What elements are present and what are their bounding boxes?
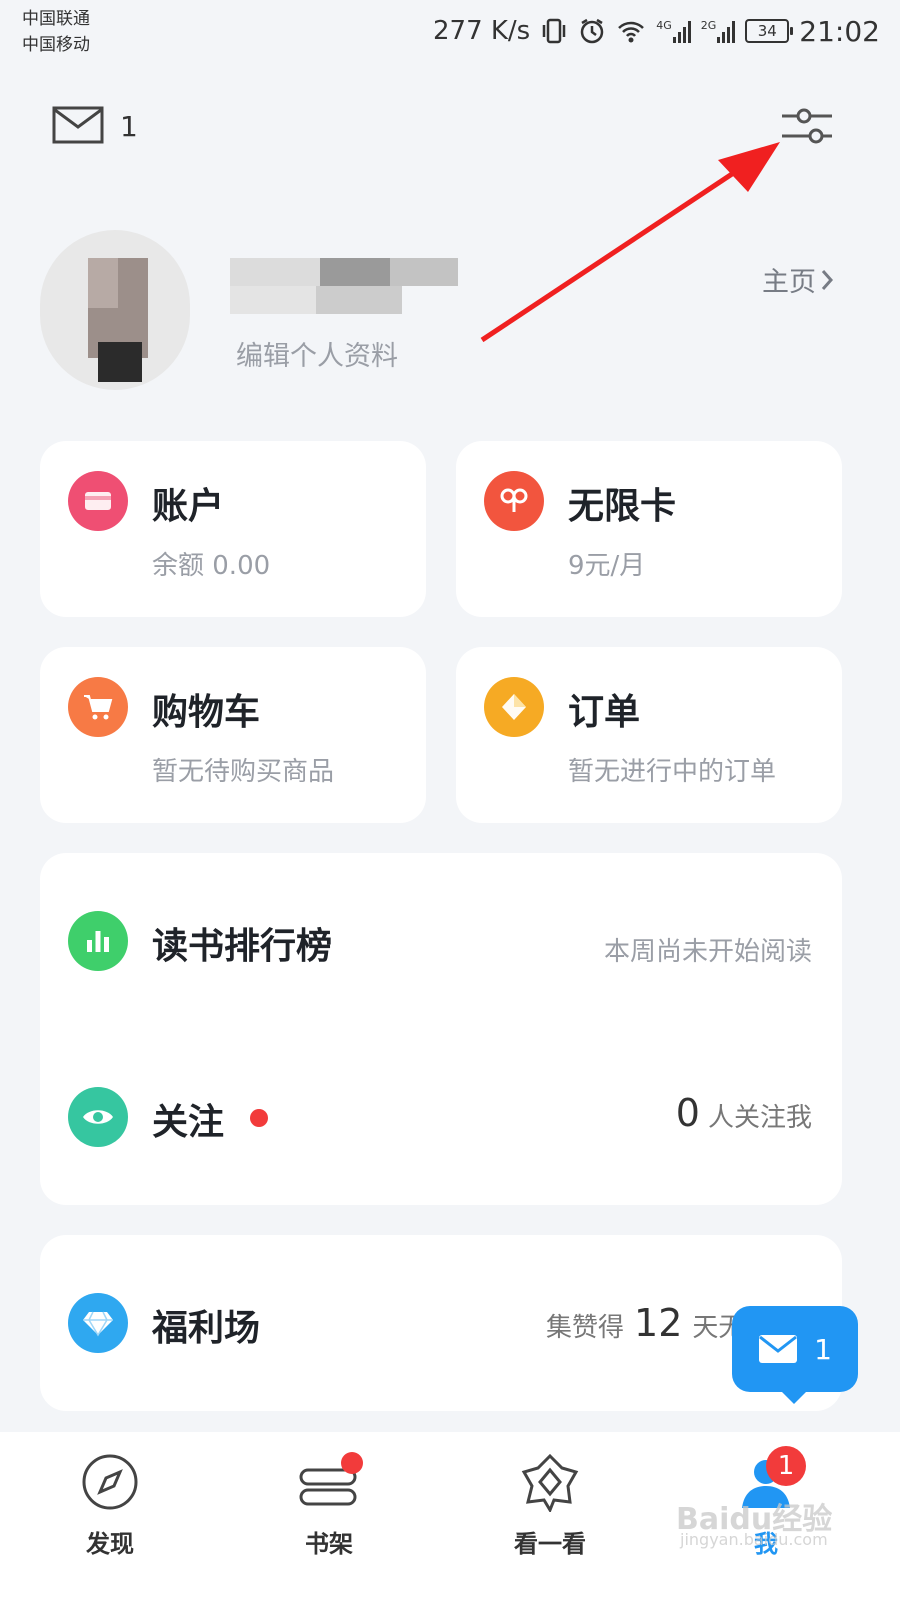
cart-icon [68,677,128,737]
orders-title: 订单 [568,692,641,733]
follower-summary: 0 人关注我 [676,1091,812,1135]
wallet-icon [68,471,128,531]
infinity-icon [484,471,544,531]
carrier-1: 中国联通 [22,9,90,29]
homepage-link[interactable]: 主页 [762,260,834,299]
reading-ranking-status: 本周尚未开始阅读 [603,937,812,967]
follow-row[interactable]: 关注 0 人关注我 [40,1029,842,1205]
nav-bookshelf-label: 书架 [305,1530,353,1558]
nav-look[interactable]: 看一看 [470,1432,630,1600]
signal-2: 2G [701,19,736,43]
signal-bars-icon [717,19,736,43]
floating-message-button[interactable]: 1 [732,1306,858,1392]
clock: 21:02 [799,14,880,48]
vibrate-icon [542,18,566,44]
nav-discover-label: 发现 [86,1530,134,1558]
edit-profile-link[interactable]: 编辑个人资料 [236,334,398,373]
chevron-right-icon [821,269,834,290]
eye-icon [68,1087,128,1147]
mail-icon [759,1335,798,1363]
cart-status: 暂无待购买商品 [152,757,335,787]
me-badge: 1 [766,1446,806,1486]
welfare-status: 集赞得 12 天无 [546,1301,744,1345]
follow-title: 关注 [152,1102,225,1143]
floating-button-tail [780,1390,808,1404]
welfare-title: 福利场 [152,1308,261,1349]
alarm-icon [580,18,604,44]
order-icon [484,677,544,737]
activity-card: 读书排行榜 本周尚未开始阅读 关注 0 人关注我 [40,853,842,1205]
unlimited-card-title: 无限卡 [568,486,677,527]
mail-icon[interactable] [52,106,104,144]
red-arrow-annotation [480,142,780,343]
nav-discover[interactable]: 发现 [30,1432,190,1600]
cart-card[interactable]: 购物车 暂无待购买商品 [40,647,426,823]
network-speed: 277 K/s [432,16,531,46]
new-follow-dot [250,1109,268,1127]
account-card[interactable]: 账户 余额 0.00 [40,441,426,617]
unlimited-card-price: 9元/月 [568,551,646,581]
floating-message-count: 1 [814,1332,832,1366]
welfare-days: 12 [634,1301,683,1345]
orders-status: 暂无进行中的订单 [568,757,777,787]
baidu-watermark-url: jingyan.baidu.com [680,1530,828,1549]
wifi-icon [618,21,645,43]
nav-look-label: 看一看 [514,1530,586,1558]
follower-count: 0 [675,1091,700,1135]
unlimited-card-card[interactable]: 无限卡 9元/月 [456,441,842,617]
reading-ranking-row[interactable]: 读书排行榜 本周尚未开始阅读 [40,853,842,1029]
battery-icon: 34 [745,19,794,43]
welfare-status-prefix: 集赞得 [546,1313,625,1343]
diamond-icon [68,1293,128,1353]
status-bar-right: 277 K/s 4G 2G 34 21:02 [433,14,880,48]
cart-title: 购物车 [152,692,261,733]
welfare-card[interactable]: 福利场 集赞得 12 天无 [40,1235,842,1411]
compass-icon [82,1454,138,1510]
account-balance: 余额 0.00 [152,551,271,581]
message-count: 1 [120,110,138,143]
nav-bookshelf[interactable]: 书架 [249,1432,409,1600]
bar-chart-icon [68,911,128,971]
signal-bars-icon [672,19,691,43]
bookshelf-update-dot [341,1452,363,1474]
signal-1: 4G [656,19,691,43]
orders-card[interactable]: 订单 暂无进行中的订单 [456,647,842,823]
avatar[interactable] [40,230,190,390]
account-title: 账户 [152,486,225,527]
blurred-username [230,258,458,316]
hexagram-icon [521,1453,579,1512]
follower-label: 人关注我 [707,1103,812,1133]
reading-ranking-title: 读书排行榜 [152,926,333,967]
homepage-label: 主页 [762,267,816,298]
carrier-2: 中国移动 [22,35,90,55]
